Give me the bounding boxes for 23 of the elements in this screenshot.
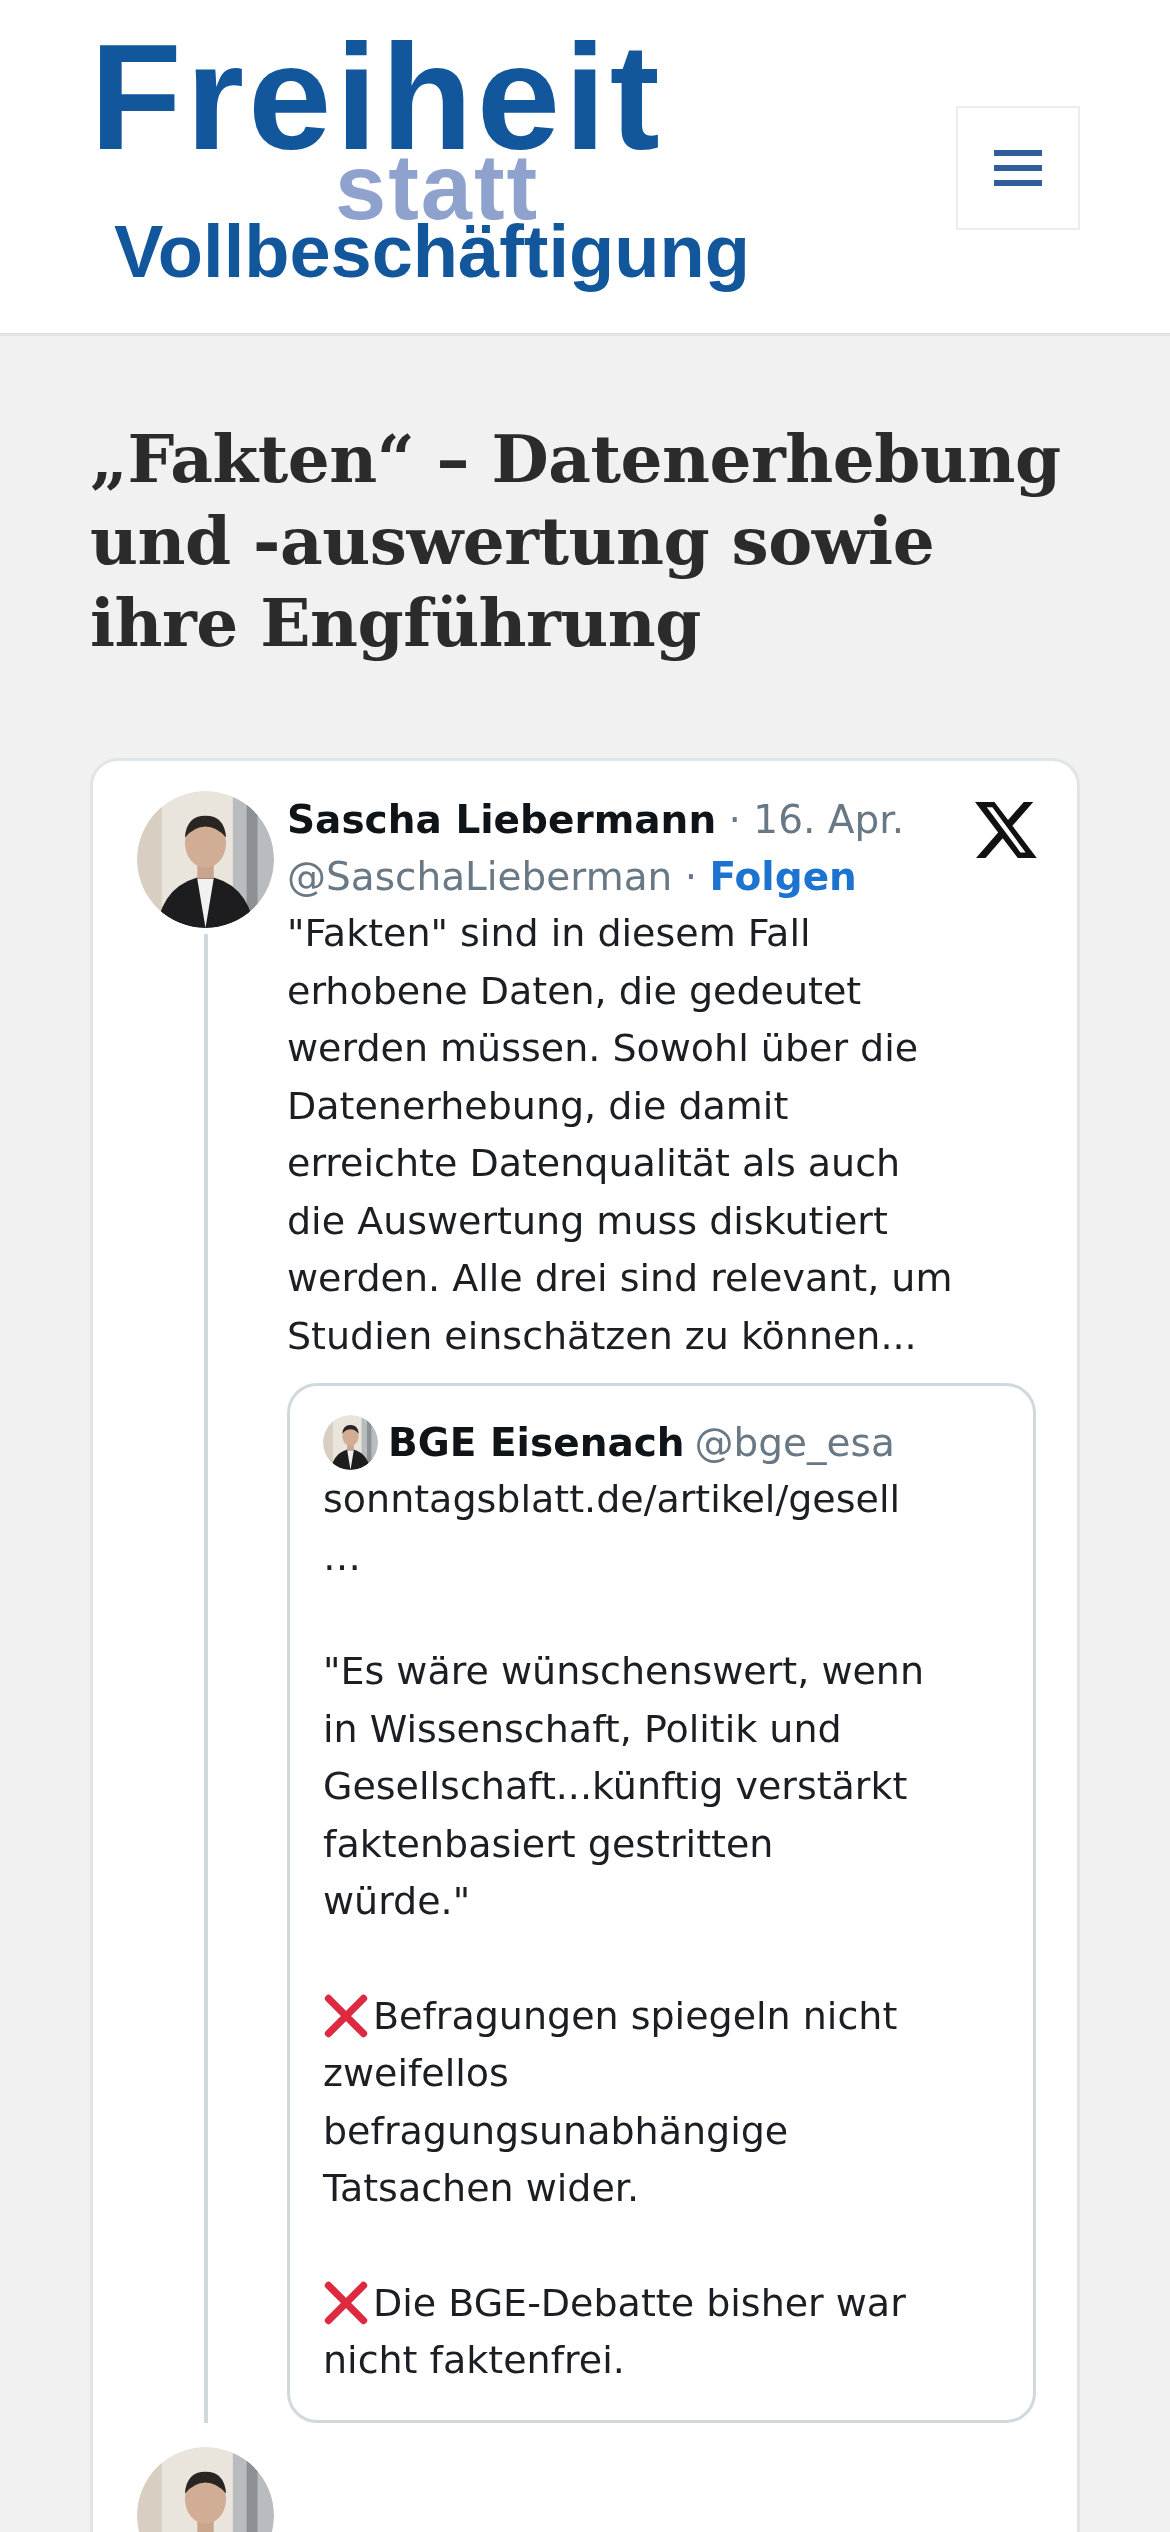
- author-handle[interactable]: @SaschaLieberman: [287, 854, 673, 899]
- separator: ·: [684, 854, 698, 899]
- follow-link[interactable]: Folgen: [709, 854, 857, 899]
- quoted-author-name: BGE Eisenach: [388, 1419, 685, 1467]
- cross-mark-icon: [323, 1993, 369, 2040]
- post-date[interactable]: · 16. Apr.: [728, 797, 905, 842]
- quoted-text: Befragungen spiegeln nicht: [373, 1992, 898, 2040]
- logo-text[interactable]: statt: [335, 154, 780, 220]
- quoted-text: nicht faktenfrei.: [323, 2337, 626, 2384]
- post-text: "Fakten" sind in diesem Fall erhobene Daten, die gedeutet werden müssen. Sowohl über die Datenerhebung, die damit erreichte Datenqualität als auch die Auswertung muss diskutiert werden. Alle drei sind relevant, um Studien einschätzen zu können...: [287, 910, 954, 1360]
- quoted-post[interactable]: [287, 1383, 1036, 2423]
- article-title: „Fakten“ – Datenerhebung und -auswertung sowie ihre Engführung: [90, 419, 1062, 664]
- quoted-text: Die BGE-Debatte bisher war: [373, 2279, 906, 2327]
- x-logo-icon[interactable]: [975, 801, 1037, 859]
- author-name[interactable]: Sascha Liebermann: [287, 797, 717, 842]
- logo-text[interactable]: Freiheit: [90, 38, 780, 156]
- menu-icon: [994, 150, 1042, 186]
- quoted-text: zweifellos befragungsunabhängige Tatsachen wider.: [323, 2050, 790, 2212]
- quoted-text: "Es wäre wünschenswert, wenn in Wissenschaft, Politik und Gesellschaft...künftig verstärkt faktenbasiert gestritten würde.": [323, 1648, 926, 1925]
- menu-button[interactable]: [956, 106, 1080, 230]
- cross-mark-icon: [323, 2280, 369, 2327]
- quoted-text: sonntagsblatt.de/artikel/gesell …: [323, 1476, 901, 1581]
- quoted-author-handle: @bge_esa: [694, 1419, 895, 1467]
